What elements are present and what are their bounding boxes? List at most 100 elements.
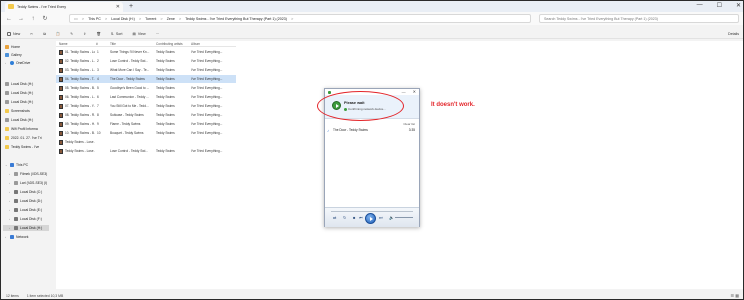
explorer-tab[interactable]: Teddy Swims - I've Tried Every ✕ xyxy=(5,1,123,12)
chevron-right-icon: › xyxy=(9,208,10,212)
playlist-item[interactable]: ♪ The Door - Teddy Swims 3:35 xyxy=(327,127,417,133)
clear-list-link[interactable]: Clear list xyxy=(403,122,415,126)
nav-item-drive[interactable]: › Local Disk (C:) xyxy=(9,189,42,195)
item-count: 12 items xyxy=(6,293,19,298)
address-bar-row: ← → ↑ ↻ ▭ > This PC > Local Disk (H:) > … xyxy=(1,12,743,25)
play-button[interactable] xyxy=(365,213,376,224)
track-number: 1 xyxy=(97,50,99,54)
maximize-button[interactable]: ☐ xyxy=(717,2,722,9)
table-row[interactable]: 10. Teddy Swims - B... 10 Bouquet - Teddy … xyxy=(56,129,236,137)
new-button[interactable]: New xyxy=(7,31,20,36)
seek-bar[interactable] xyxy=(331,211,413,212)
nav-item-pinned[interactable]: Local Disk (H:) xyxy=(5,99,33,105)
nav-label: Local Disk (C:) xyxy=(20,190,43,194)
gallery-icon xyxy=(5,53,9,57)
file-name: 05. Teddy Swims - B... xyxy=(65,86,95,90)
view-button[interactable]: ▤ View xyxy=(132,32,145,36)
track-number: 10 xyxy=(97,131,101,135)
back-button[interactable]: ← xyxy=(6,16,12,22)
volume-icon[interactable]: 🔈 xyxy=(389,215,394,220)
close-window-button[interactable]: ✕ xyxy=(736,2,741,9)
player-minimize-button[interactable]: — xyxy=(402,89,406,94)
nav-item-gallery[interactable]: Gallery xyxy=(5,52,22,58)
album-art-icon xyxy=(59,58,63,64)
copy-button[interactable]: ⧉ xyxy=(43,32,46,36)
nav-item-pinned[interactable]: Local Disk (H:) xyxy=(5,81,33,87)
table-row[interactable]: 02. Teddy Swims - L... 2 Lose Control - Te… xyxy=(56,57,236,65)
table-row[interactable]: 08. Teddy Swims - R... 8 Suitcase - Teddy … xyxy=(56,111,236,119)
table-row[interactable]: 01. Teddy Swims - Lo... 1 Some Things I'll… xyxy=(56,48,236,56)
share-button[interactable]: ⇪ xyxy=(83,32,86,36)
nav-item-drive[interactable]: › Local Disk (D:) xyxy=(9,198,42,204)
breadcrumb-item[interactable]: Zene xyxy=(167,17,175,21)
table-row[interactable]: 09. Teddy Swims - H... 9 Flame - Teddy Swi… xyxy=(56,120,236,128)
nav-item-pinned[interactable]: Local Disk (H:) xyxy=(5,117,33,123)
nav-item-drive[interactable]: › Lari (\\DS-SE3) (I) xyxy=(9,180,47,186)
track-title: Lose Control - Teddy Swi... xyxy=(110,149,149,153)
volume-slider[interactable] xyxy=(395,217,413,218)
breadcrumb[interactable]: ▭ > This PC > Local Disk (H:) > Torrent … xyxy=(69,14,531,23)
column-header-number[interactable]: # xyxy=(96,42,98,46)
table-row[interactable]: 04. Teddy Swims - T... 4 The Door - Teddy … xyxy=(56,75,236,83)
sort-label: Sort xyxy=(115,31,123,36)
track-number: 4 xyxy=(97,77,99,81)
breadcrumb-item[interactable]: Torrent xyxy=(145,17,156,21)
table-row[interactable]: Teddy Swims - Lose ... Lose Control - Ted… xyxy=(56,147,236,155)
rename-button[interactable]: ✎ xyxy=(70,32,73,36)
table-row[interactable]: 03. Teddy Swims - L... 3 What More Can I S… xyxy=(56,66,236,74)
album-art-icon xyxy=(59,103,63,109)
track-album: I've Tried Everything... xyxy=(191,113,223,117)
sort-button[interactable]: ⇅ Sort xyxy=(111,32,123,36)
refresh-button[interactable]: ↻ xyxy=(42,15,48,22)
breadcrumb-item[interactable]: This PC xyxy=(88,17,101,21)
annotation-text: It doesn't work. xyxy=(431,102,475,108)
nav-item-this-pc[interactable]: ⌄ This PC xyxy=(5,162,28,168)
column-header-album[interactable]: Album xyxy=(191,42,200,46)
stop-icon[interactable]: ■ xyxy=(353,215,355,220)
column-header-title[interactable]: Title xyxy=(110,42,116,46)
nav-item-pinned[interactable]: Wifi Profil Informa xyxy=(5,126,38,132)
folder-icon xyxy=(5,145,9,149)
column-header-artists[interactable]: Contributing artists xyxy=(156,42,183,46)
nav-item-drive[interactable]: › Filmek (\\DS-SE3) xyxy=(9,171,47,177)
table-row[interactable]: Teddy Swims - Lose ... xyxy=(56,138,236,146)
nav-item-drive[interactable]: › Local Disk (E:) xyxy=(9,207,42,213)
new-tab-button[interactable]: + xyxy=(129,3,133,10)
cut-button[interactable]: ✂ xyxy=(30,32,33,36)
nav-item-drive-selected[interactable]: › Local Disk (H:) xyxy=(3,225,49,231)
column-header-name[interactable]: Name xyxy=(59,42,68,46)
up-button[interactable]: ↑ xyxy=(30,16,36,22)
nav-item-pinned[interactable]: Teddy Swims - I've xyxy=(5,144,39,150)
nav-item-home[interactable]: Home xyxy=(5,44,20,50)
view-toggle-icon[interactable]: ☰ ▦ xyxy=(731,293,739,298)
breadcrumb-item[interactable]: Teddy Swims - I've Tried Everything But … xyxy=(185,17,287,21)
previous-icon[interactable]: ⏮ xyxy=(359,215,363,220)
minimize-button[interactable]: — xyxy=(697,2,703,9)
delete-button[interactable]: 🗑 xyxy=(96,32,101,36)
next-icon[interactable]: ⏭ xyxy=(379,215,383,220)
table-row[interactable]: 05. Teddy Swims - B... 5 Goodbye's Been Go… xyxy=(56,84,236,92)
table-row[interactable]: 07. Teddy Swims - Y... 7 You Still Got to … xyxy=(56,102,236,110)
breadcrumb-item[interactable]: Local Disk (H:) xyxy=(111,17,135,21)
nav-item-network[interactable]: › Network xyxy=(5,234,28,240)
nav-label: Lari (\\DS-SE3) (I) xyxy=(20,181,48,185)
player-close-button[interactable]: ✕ xyxy=(413,89,416,94)
paste-button[interactable]: 📋 xyxy=(56,32,60,36)
track-number: 9 xyxy=(97,122,99,126)
nav-item-drive[interactable]: › Local Disk (F:) xyxy=(9,216,42,222)
nav-item-pinned[interactable]: Screenshots xyxy=(5,108,30,114)
forward-button[interactable]: → xyxy=(18,16,24,22)
nav-item-onedrive[interactable]: › OneDrive xyxy=(5,60,30,66)
network-icon xyxy=(10,235,14,239)
nav-item-pinned[interactable]: 2022. 01. 27. I've Tri xyxy=(5,135,42,141)
shuffle-icon[interactable]: ⇄ xyxy=(333,215,336,220)
view-icon: ▤ xyxy=(132,31,136,36)
search-input[interactable]: Search Teddy Swims - I've Tried Everythi… xyxy=(539,14,739,23)
tab-close-icon[interactable]: ✕ xyxy=(116,4,120,10)
track-artist: Teddy Swims xyxy=(156,104,175,108)
nav-item-pinned[interactable]: Local Disk (H:) xyxy=(5,90,33,96)
details-button[interactable]: Details xyxy=(728,32,739,36)
table-row[interactable]: 06. Teddy Swims - L... 6 Last Communion - … xyxy=(56,93,236,101)
more-button[interactable]: ··· xyxy=(156,32,160,36)
repeat-icon[interactable]: ↻ xyxy=(343,215,346,220)
